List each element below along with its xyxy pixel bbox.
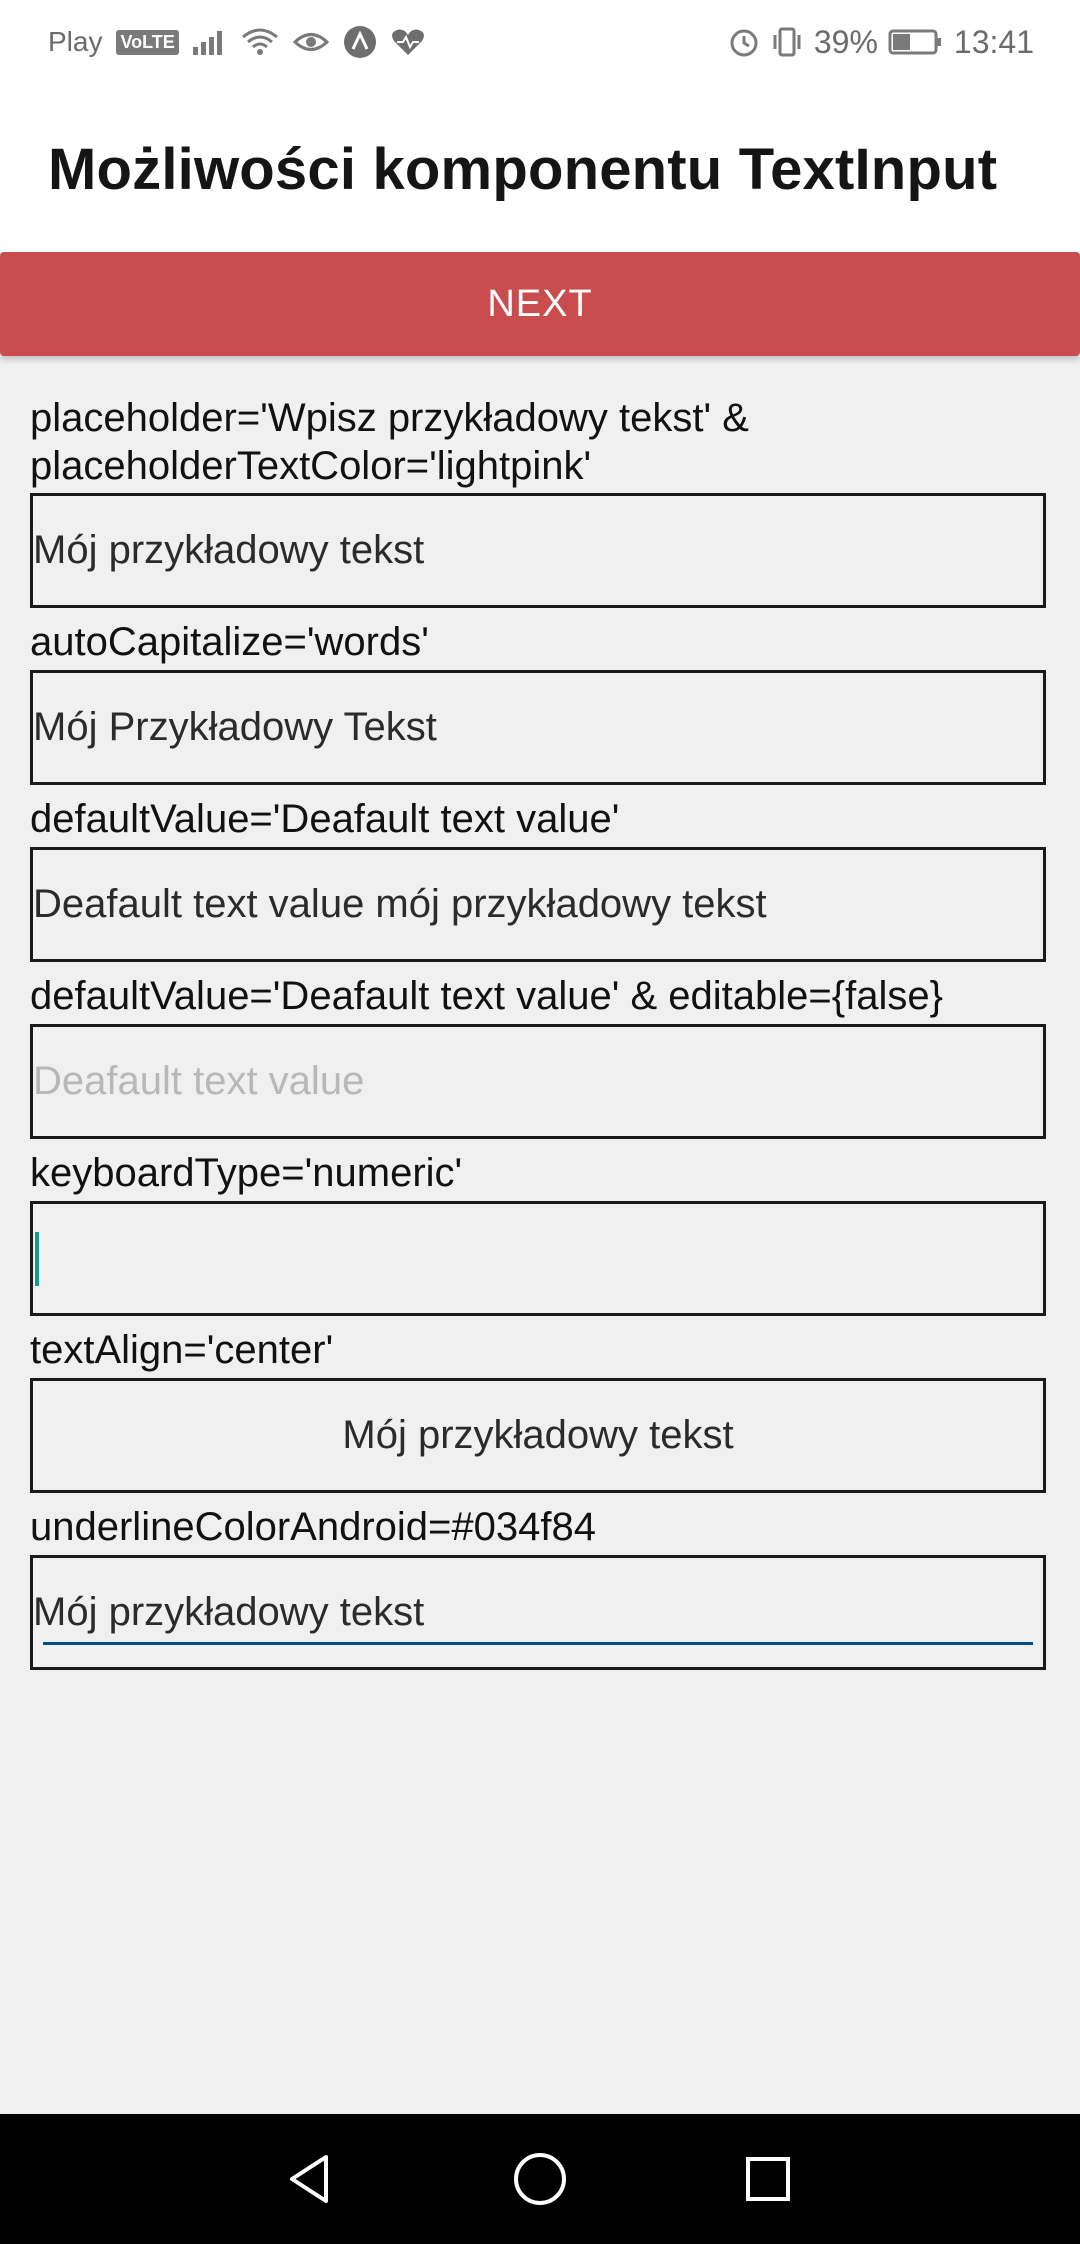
wifi-icon — [241, 27, 279, 57]
status-left: Play VoLTE — [48, 22, 425, 62]
carrier-label: Play — [48, 26, 103, 57]
back-button[interactable] — [280, 2149, 340, 2209]
prop-label-text-align: textAlign='center' — [30, 1328, 334, 1372]
clock-time: 13:41 — [953, 23, 1034, 60]
text-input-autocapitalize[interactable]: Mój Przykładowy Tekst — [30, 670, 1046, 785]
prop-label-not-editable: defaultValue='Deafault text value' & edi… — [30, 974, 943, 1018]
input-underline — [43, 1642, 1033, 1645]
volte-badge: VoLTE — [116, 29, 179, 55]
battery-icon — [888, 28, 944, 56]
recents-button[interactable] — [738, 2149, 798, 2209]
text-input-center[interactable]: Mój przykładowy tekst — [30, 1378, 1046, 1493]
status-right: 39% 13:41 — [728, 22, 1034, 62]
battery-percent: 39% — [813, 23, 878, 60]
text-input-placeholder[interactable]: Mój przykładowy tekst — [30, 493, 1046, 608]
input-value: Mój Przykładowy Tekst — [33, 705, 437, 749]
prop-label-keyboard-numeric: keyboardType='numeric' — [30, 1151, 463, 1195]
text-input-underline[interactable]: Mój przykładowy tekst — [30, 1555, 1046, 1670]
alarm-icon — [728, 26, 760, 58]
page-title: Możliwości komponentu TextInput — [48, 137, 998, 202]
home-circle-icon — [514, 2153, 566, 2205]
input-value: Mój przykładowy tekst — [33, 1590, 425, 1634]
back-triangle-icon — [290, 2155, 328, 2203]
prop-label-placeholder: placeholder='Wpisz przykładowy tekst' & … — [30, 394, 1050, 490]
input-value: Deafault text value mój przykładowy teks… — [33, 882, 767, 926]
text-input-numeric[interactable] — [30, 1201, 1046, 1316]
input-value: Mój przykładowy tekst — [33, 528, 425, 572]
recents-square-icon — [746, 2157, 790, 2201]
vibrate-icon — [770, 26, 804, 58]
signal-icon — [192, 29, 227, 55]
prop-label-line: placeholderTextColor='lightpink' — [30, 444, 592, 488]
home-button[interactable] — [510, 2149, 570, 2209]
prop-label-line: placeholder='Wpisz przykładowy tekst' & — [30, 396, 749, 440]
text-cursor — [35, 1231, 39, 1286]
text-input-not-editable: Deafault text value — [30, 1024, 1046, 1139]
system-nav-bar — [0, 2114, 1080, 2244]
app-logo-icon — [343, 25, 377, 59]
input-value: Mój przykładowy tekst — [342, 1413, 734, 1457]
input-value: Deafault text value — [33, 1059, 365, 1103]
prop-label-autocapitalize: autoCapitalize='words' — [30, 620, 429, 664]
eye-icon — [292, 29, 329, 55]
app-header: Możliwości komponentu TextInput — [0, 86, 1080, 252]
prop-label-default-value: defaultValue='Deafault text value' — [30, 797, 620, 841]
heart-rate-icon — [391, 27, 425, 57]
next-button[interactable]: NEXT — [0, 252, 1080, 356]
prop-label-underline-color: underlineColorAndroid=#034f84 — [30, 1505, 596, 1549]
text-input-default-value[interactable]: Deafault text value mój przykładowy teks… — [30, 847, 1046, 962]
status-bar: Play VoLTE 39% 13:41 — [0, 0, 1080, 86]
